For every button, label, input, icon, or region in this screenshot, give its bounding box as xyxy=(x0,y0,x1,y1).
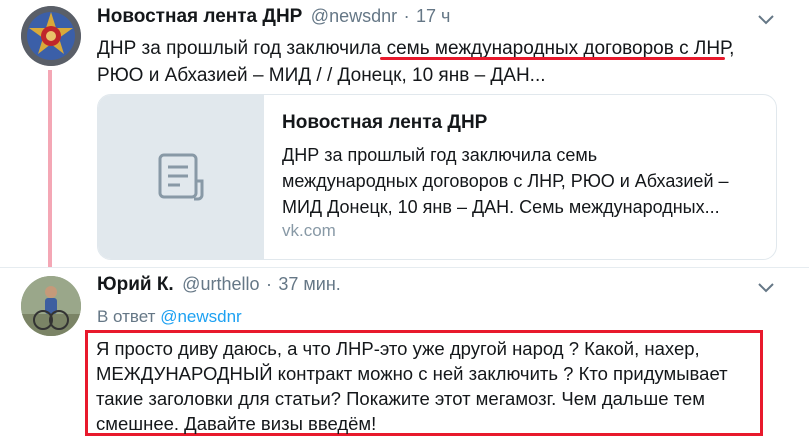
card-desc-line3: МИД Донецк, 10 янв – ДАН. Семь междунаро… xyxy=(282,197,720,217)
tweet1-text-line1b: семь международных договоров с ЛНР, xyxy=(386,38,735,59)
card-image xyxy=(98,95,264,259)
card-title: Новостная лента ДНР xyxy=(282,112,488,133)
reply-context: В ответ @newsdnr xyxy=(97,307,242,327)
reply-mention[interactable]: @newsdnr xyxy=(160,307,242,326)
highlight-underline xyxy=(380,57,725,60)
tweet2-text-line4: смешнее. Давайте визы введём! xyxy=(96,413,377,434)
thread-line xyxy=(48,70,52,268)
handle[interactable]: @newsdnr xyxy=(311,6,397,26)
emblem-icon xyxy=(21,6,81,66)
chevron-down-icon[interactable] xyxy=(755,9,777,31)
card-desc-line2: международных договоров с ЛНР, РЮО и Абх… xyxy=(282,171,729,191)
card-domain: vk.com xyxy=(282,221,336,240)
tweet2-text-line1: Я просто диву даюсь, а что ЛНР-это уже д… xyxy=(96,338,700,359)
separator: · xyxy=(403,6,410,26)
tweet2-text-line3: такие заголовки для статьи? Покажите это… xyxy=(96,388,705,409)
tweet2-text-line2: МЕЖДУНАРОДНЫЙ контракт можно с ней заклю… xyxy=(96,363,728,384)
tweet1-text: ДНР за прошлый год заключила семь междун… xyxy=(97,35,777,89)
tweet2-header: Юрий К. @urthello · 37 мин. xyxy=(97,274,341,296)
handle[interactable]: @urthello xyxy=(182,274,259,294)
user-photo-icon xyxy=(21,276,81,336)
chevron-down-icon[interactable] xyxy=(755,277,777,299)
tweet1-text-line1a: ДНР за прошлый год заключила xyxy=(97,38,387,59)
avatar-newsdnr[interactable] xyxy=(21,6,81,66)
divider xyxy=(0,267,809,268)
document-icon xyxy=(158,153,204,201)
timestamp[interactable]: 17 ч xyxy=(416,6,450,26)
card-desc-line1: ДНР за прошлый год заключила семь xyxy=(282,145,598,165)
card-description: ДНР за прошлый год заключила семь междун… xyxy=(282,142,762,220)
display-name[interactable]: Юрий К. xyxy=(97,274,174,295)
display-name[interactable]: Новостная лента ДНР xyxy=(97,6,302,27)
timestamp[interactable]: 37 мин. xyxy=(278,274,340,294)
tweet1-text-line2: РЮО и Абхазией – МИД / / Донецк, 10 янв … xyxy=(97,65,546,86)
avatar-urthello[interactable] xyxy=(21,276,81,336)
reply-prefix: В ответ xyxy=(97,307,156,326)
separator: · xyxy=(265,274,272,294)
tweet2-text: Я просто диву даюсь, а что ЛНР-это уже д… xyxy=(96,336,756,436)
tweet1-header: Новостная лента ДНР @newsdnr · 17 ч xyxy=(97,6,450,28)
link-card[interactable]: Новостная лента ДНР ДНР за прошлый год з… xyxy=(97,94,777,260)
